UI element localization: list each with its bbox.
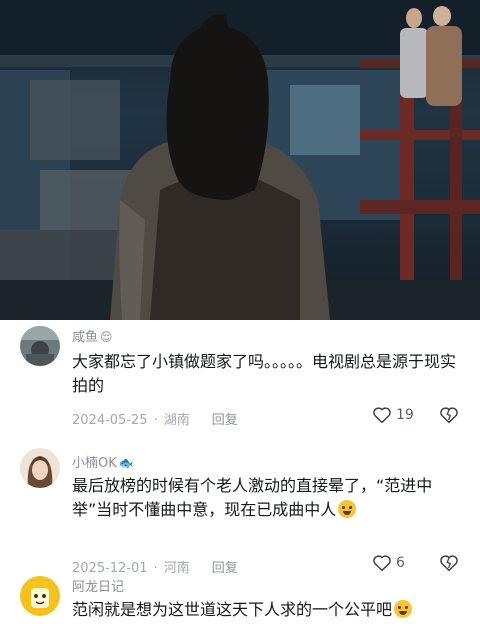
comment-date: 2025-12-01: [72, 561, 148, 576]
like-count: 6: [396, 555, 405, 571]
heart-icon: [373, 555, 391, 572]
comment-list: 咸鱼 😌 大家都忘了小镇做题家了吗。。。。。电视剧总是源于现实拍的 2024-05…: [0, 320, 480, 640]
broken-heart-icon: [440, 555, 458, 572]
reply-button[interactable]: 回复: [212, 409, 238, 428]
like-button[interactable]: 19: [372, 406, 414, 424]
reply-button[interactable]: 回复: [212, 557, 238, 576]
comment-location: 河南: [163, 561, 190, 576]
heart-icon: [373, 407, 391, 424]
comment-username[interactable]: 阿龙日记: [72, 576, 124, 595]
comment-text: 大家都忘了小镇做题家了吗。。。。。电视剧总是源于现实拍的: [72, 352, 457, 395]
dislike-button[interactable]: [438, 554, 460, 576]
comment-meta: 2025-12-01 · 河南 回复: [72, 557, 238, 576]
comment-text: 范闲就是想为这世道这天下人求的一个公平吧: [72, 598, 464, 622]
comment-text: 最后放榜的时候有个老人激动的直接晕了，“范进中举”当时不懂曲中意，现在已成曲中人: [72, 476, 433, 519]
crying-face-icon: [338, 500, 357, 518]
avatar[interactable]: [20, 448, 60, 488]
comment-username[interactable]: 小楠OK 🐟: [72, 452, 134, 471]
avatar[interactable]: [20, 576, 60, 616]
broken-heart-icon: [440, 407, 458, 424]
video-still: [0, 0, 480, 320]
comment-location: 湖南: [163, 413, 190, 428]
username-emoji: 🐟: [118, 456, 134, 470]
like-count: 19: [396, 407, 414, 423]
dislike-button[interactable]: [438, 406, 460, 428]
crying-face-icon: [394, 600, 413, 618]
comment-meta: 2024-05-25 · 湖南 回复: [72, 409, 238, 428]
avatar[interactable]: [20, 326, 60, 366]
comment-date: 2024-05-25: [72, 413, 148, 428]
video-frame[interactable]: [0, 0, 480, 320]
username-emoji: 😌: [100, 330, 113, 344]
comment-username[interactable]: 咸鱼 😌: [72, 326, 113, 345]
like-button[interactable]: 6: [372, 554, 405, 572]
